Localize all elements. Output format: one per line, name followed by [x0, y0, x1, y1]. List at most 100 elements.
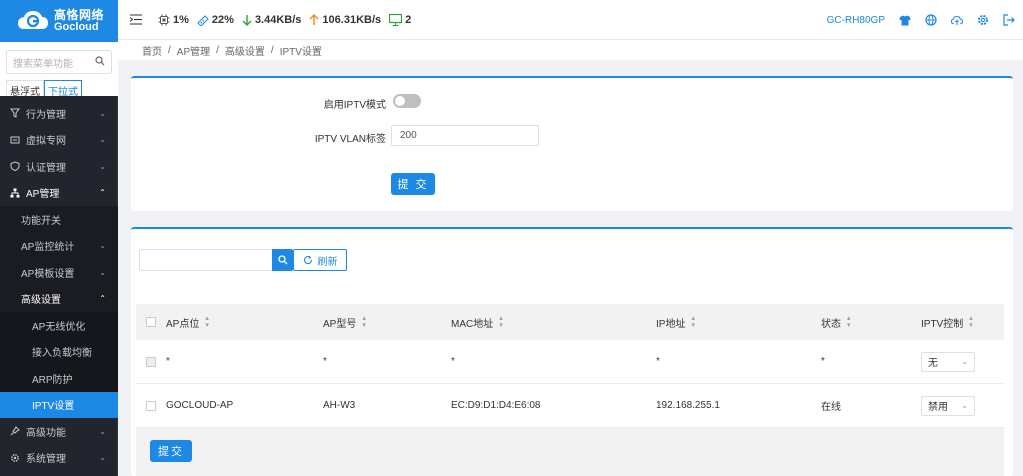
breadcrumb: 首页 / AP管理 / 高级设置 / IPTV设置	[118, 40, 1023, 60]
iptv-enable-label: 启用IPTV模式	[323, 100, 386, 111]
cpu-stat: 1%	[158, 14, 189, 26]
devices-value: 2	[405, 13, 412, 26]
iptv-control-select[interactable]: 禁用 ⌄	[921, 395, 975, 416]
cpu-value: 1%	[173, 13, 189, 26]
chevron-down-icon: ⌄	[961, 401, 968, 410]
chevron-down-icon: ⌄	[99, 161, 106, 171]
sidebar-item-label: 接入负载均衡	[32, 348, 92, 360]
sidebar-item-label: IPTV设置	[32, 401, 75, 413]
sidebar-item-feature-switch[interactable]: 功能开关	[0, 206, 118, 233]
cloud-upload-icon[interactable]	[951, 14, 963, 26]
sidebar-item-auth[interactable]: 认证管理 ⌄	[0, 153, 118, 180]
cloud-logo-icon	[16, 9, 50, 33]
sidebar-item-ap[interactable]: AP管理 ⌃	[0, 180, 118, 207]
breadcrumb-home[interactable]: 首页	[142, 43, 162, 58]
refresh-icon	[303, 255, 313, 265]
table-row: * * * * * 无 ⌄	[136, 340, 1004, 384]
column-header[interactable]: 状态 ▴ ▾	[821, 315, 921, 330]
row-checkbox	[146, 356, 156, 367]
sidebar-item-load-balance[interactable]: 接入负载均衡	[0, 338, 118, 365]
ap-search-input[interactable]	[139, 249, 272, 271]
download-stat: 3.44KB/s	[242, 14, 301, 26]
download-value: 3.44KB/s	[254, 13, 302, 26]
vlan-label: IPTV VLAN标签	[314, 134, 386, 145]
sidebar-item-label: 行为管理	[26, 109, 66, 121]
shirt-icon[interactable]	[899, 14, 911, 26]
logout-icon[interactable]	[1003, 14, 1015, 26]
column-header[interactable]: MAC地址 ▴ ▾	[451, 315, 656, 330]
device-model[interactable]: GC-RH80GP	[827, 15, 885, 26]
column-header[interactable]: IP地址 ▴ ▾	[656, 315, 821, 330]
upload-stat: 106.31KB/s	[309, 14, 381, 26]
sort-icon: ▴ ▾	[691, 315, 695, 329]
sidebar-item-advanced-functions[interactable]: 高级功能 ⌄	[0, 418, 118, 445]
arrow-down-icon	[242, 14, 252, 26]
sidebar-item-system[interactable]: 系统管理 ⌄	[0, 445, 118, 472]
breadcrumb-current: IPTV设置	[279, 46, 322, 58]
sitemap-icon	[10, 188, 20, 198]
chevron-down-icon: ⌄	[99, 135, 106, 145]
search-icon	[95, 55, 105, 69]
brand-logo[interactable]: 高恪网络 Gocloud	[0, 0, 118, 42]
sort-icon: ▴ ▾	[499, 315, 503, 329]
sidebar-item-arp[interactable]: ARP防护	[0, 365, 118, 392]
sidebar-item-ap-template[interactable]: AP模板设置 ⌄	[0, 259, 118, 286]
sidebar-item-label: AP管理	[26, 189, 60, 201]
chevron-down-icon: ⌄	[99, 453, 106, 463]
table-row: GOCLOUD-AP AH-W3 EC:D9:D1:D4:E6:08 192.1…	[136, 384, 1004, 428]
breadcrumb-advanced[interactable]: 高级设置	[225, 43, 265, 58]
cell-mac: *	[451, 356, 455, 367]
sidebar-item-behavior[interactable]: 行为管理 ⌄	[0, 100, 118, 127]
chevron-down-icon: ⌄	[99, 108, 106, 118]
cell-status: 在线	[821, 402, 841, 413]
ap-table: AP点位 ▴ ▾ AP型号 ▴ ▾ MAC地址 ▴ ▾ IP地址 ▴ ▾ 状态 ▴ ▾ IPTV控制…	[136, 304, 1004, 476]
column-header[interactable]: AP型号 ▴ ▾	[323, 315, 451, 330]
ap-list-panel: 刷新 AP点位 ▴ ▾ AP型号 ▴ ▾ MAC地址 ▴ ▾ IP地址 ▴ ▾ 状态 ▴ ▾ IPT…	[131, 227, 1013, 476]
menu-collapse-icon[interactable]	[130, 14, 142, 25]
sidebar-item-label: AP无线优化	[32, 321, 86, 333]
sidebar-item-label: AP模板设置	[21, 268, 75, 280]
memory-stat: 22%	[197, 14, 234, 26]
vlan-input[interactable]: 200	[391, 125, 539, 146]
sidebar-item-label: 高级功能	[26, 427, 66, 439]
cell-ip: *	[656, 356, 660, 367]
sidebar-item-label: 高级设置	[21, 295, 61, 307]
refresh-button[interactable]: 刷新	[293, 249, 347, 271]
cell-mac: EC:D9:D1:D4:E6:08	[451, 400, 541, 411]
iptv-enable-switch[interactable]	[393, 94, 421, 108]
column-header[interactable]: IPTV控制 ▴ ▾	[921, 315, 1001, 330]
sidebar-item-wireless-opt[interactable]: AP无线优化	[0, 312, 118, 339]
row-checkbox[interactable]	[146, 400, 156, 411]
sidebar-item-vpn[interactable]: 虚拟专网 ⌄	[0, 127, 118, 154]
form-submit-button[interactable]: 提 交	[391, 173, 435, 195]
column-header[interactable]: AP点位 ▴ ▾	[166, 315, 323, 330]
sort-icon: ▴ ▾	[847, 315, 851, 329]
breadcrumb-ap[interactable]: AP管理	[177, 43, 210, 58]
upload-value: 106.31KB/s	[322, 13, 382, 26]
brand-name-cn: 高恪网络	[54, 7, 105, 22]
sort-icon: ▴ ▾	[362, 315, 366, 329]
sidebar-item-label: ARP防护	[32, 374, 73, 386]
sidebar-item-ap-monitor[interactable]: AP监控统计 ⌄	[0, 233, 118, 260]
sidebar-item-label: 虚拟专网	[26, 136, 66, 148]
sort-icon: ▴ ▾	[205, 315, 209, 329]
cpu-chip-icon	[158, 14, 170, 26]
search-button[interactable]	[272, 249, 293, 271]
chevron-down-icon: ⌄	[99, 267, 106, 277]
settings-gear-icon[interactable]	[977, 14, 989, 26]
menu-search-input[interactable]: 搜索菜单功能	[6, 50, 112, 74]
sidebar-item-advanced[interactable]: 高级设置 ⌃	[0, 286, 118, 313]
table-submit-button[interactable]: 提交	[150, 440, 192, 462]
devices-stat: 2	[389, 13, 412, 26]
chevron-down-icon: ⌄	[99, 426, 106, 436]
chevron-up-icon: ⌃	[99, 188, 106, 198]
cell-point: *	[166, 356, 170, 367]
memory-icon	[197, 14, 209, 26]
menu-search-placeholder: 搜索菜单功能	[13, 58, 73, 70]
sidebar: 高恪网络 Gocloud 搜索菜单功能 悬浮式 下拉式 行为管理 ⌄ 虚拟专网 …	[0, 0, 118, 476]
sidebar-item-label: 功能开关	[21, 215, 61, 227]
select-all-checkbox[interactable]	[146, 317, 156, 327]
globe-icon[interactable]	[925, 14, 937, 26]
sidebar-item-iptv[interactable]: IPTV设置	[0, 391, 118, 418]
iptv-control-select[interactable]: 无 ⌄	[921, 351, 975, 372]
